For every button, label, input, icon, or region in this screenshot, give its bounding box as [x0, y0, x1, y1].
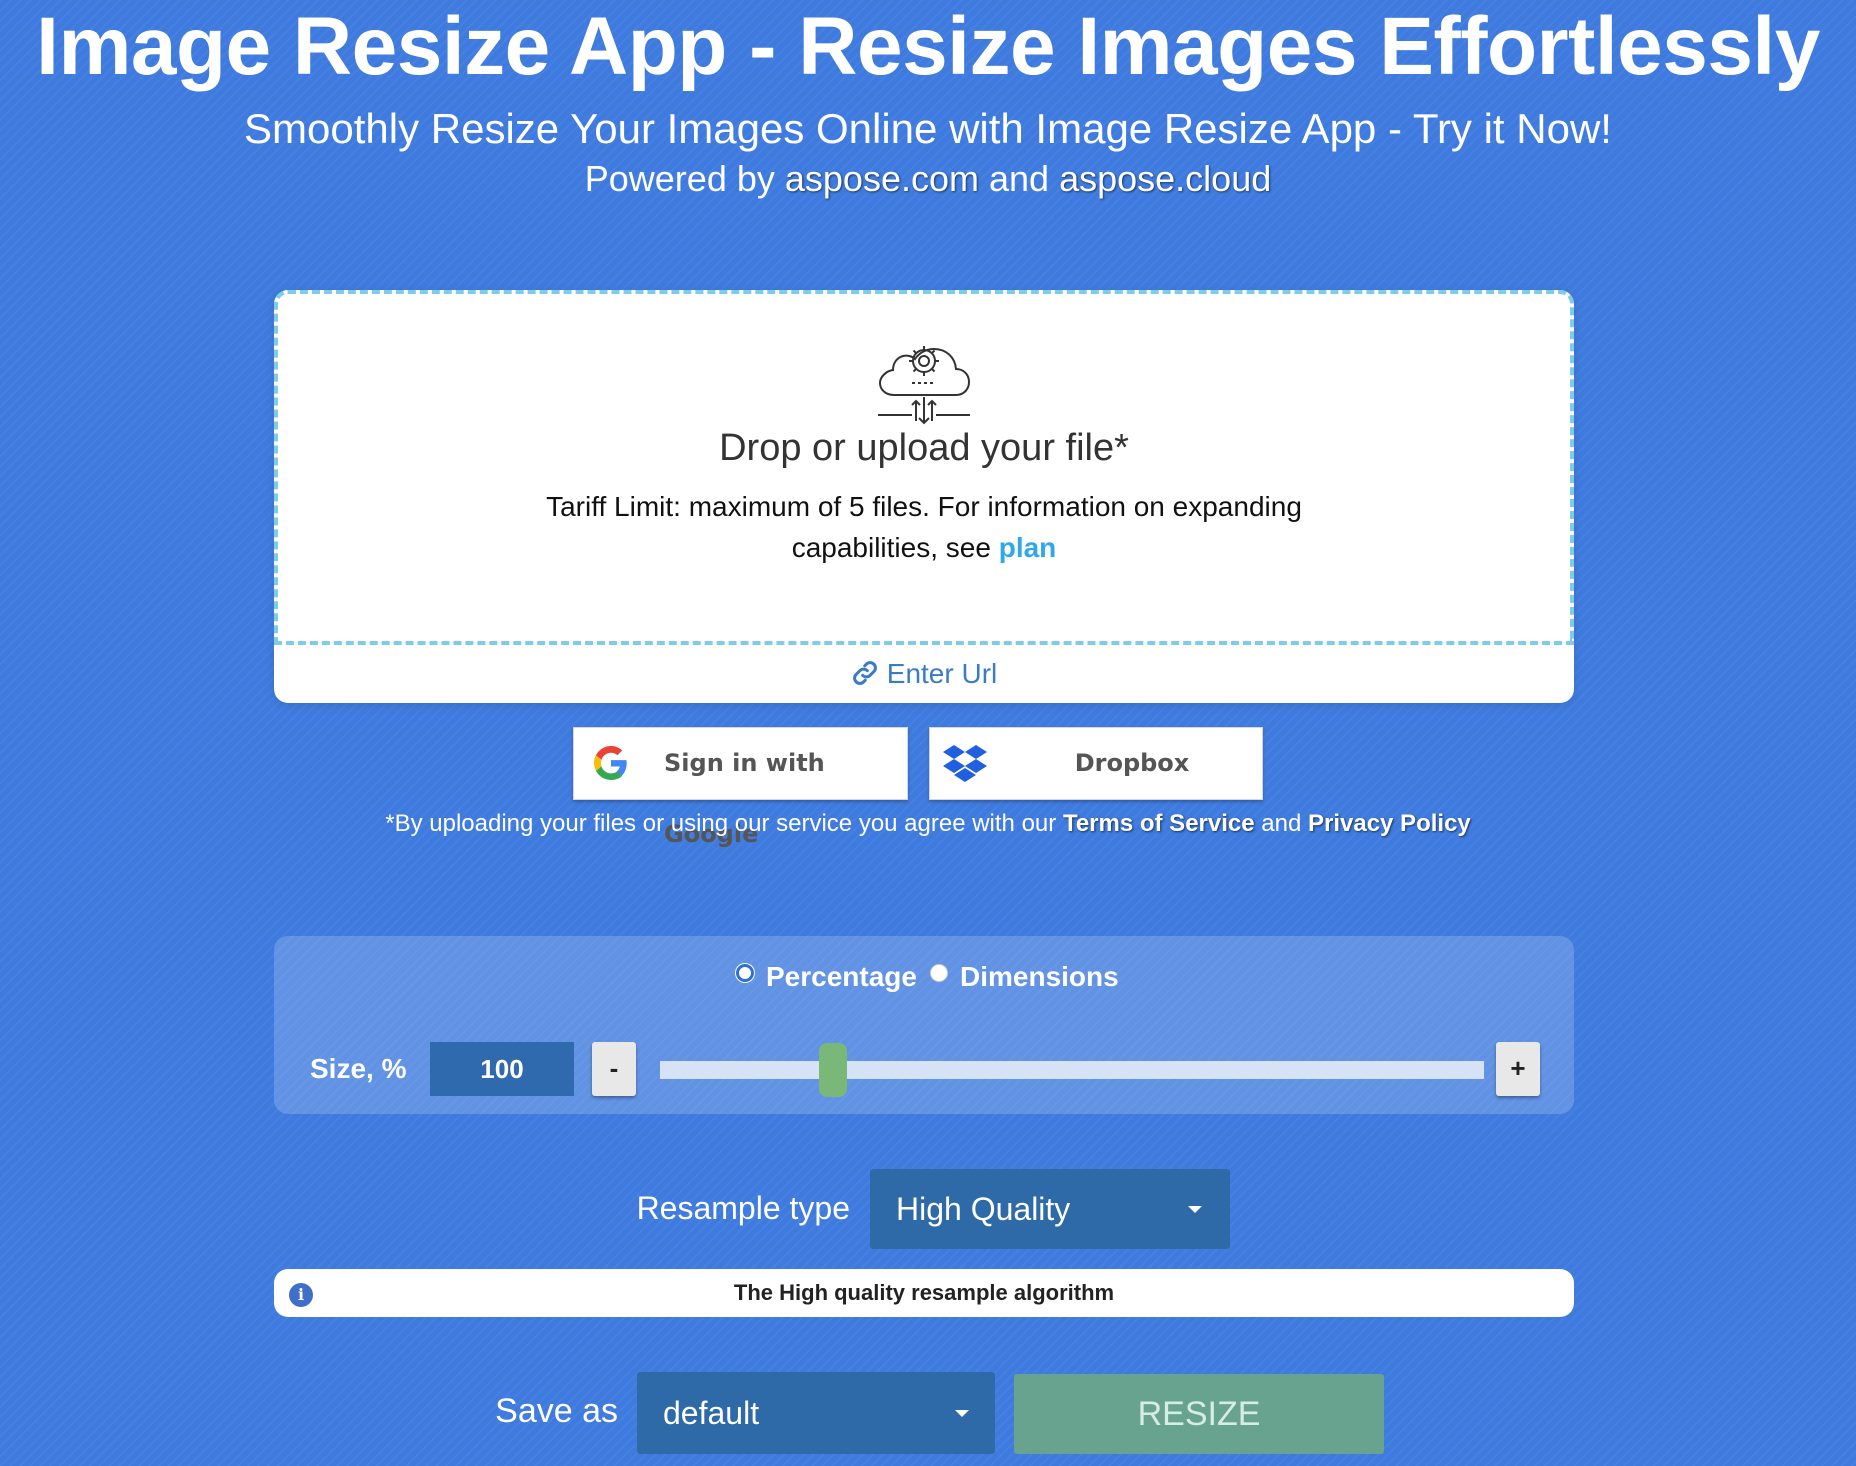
dropbox-icon	[942, 744, 988, 790]
radio-dimensions-indicator[interactable]	[930, 964, 948, 982]
save-as-value: default	[663, 1395, 760, 1431]
save-as-label: Save as	[495, 1392, 618, 1430]
radio-percentage-label: Percentage	[766, 961, 917, 992]
agreement-prefix: *By uploading your files or using our se…	[385, 810, 1057, 837]
radio-percentage[interactable]: Percentage	[736, 960, 917, 992]
radio-dimensions[interactable]: Dimensions	[930, 960, 1130, 992]
save-as-select[interactable]: default	[637, 1372, 995, 1454]
caret-down-icon	[1188, 1206, 1202, 1213]
dropbox-button[interactable]: Dropbox	[929, 727, 1263, 800]
size-slider-track[interactable]	[660, 1061, 1484, 1079]
cloud-gear-upload-icon	[876, 337, 972, 427]
terms-agreement: *By uploading your files or using our se…	[0, 808, 1856, 840]
google-button-label: Sign in with Google	[664, 749, 825, 848]
powered-by-prefix: Powered by	[584, 158, 775, 199]
enter-url-button[interactable]: Enter Url	[274, 654, 1574, 694]
size-slider-handle[interactable]	[819, 1043, 848, 1097]
caret-down-icon	[955, 1410, 969, 1417]
dropbox-button-label: Dropbox	[1074, 749, 1190, 777]
google-g-icon	[594, 746, 628, 786]
terms-of-service-link[interactable]: Terms of Service	[1063, 810, 1255, 837]
size-decrement-button[interactable]: -	[592, 1042, 636, 1096]
radio-percentage-indicator[interactable]	[736, 964, 754, 982]
resize-button[interactable]: RESIZE	[1014, 1374, 1384, 1454]
page-subtitle: Smoothly Resize Your Images Online with …	[244, 105, 1612, 152]
tariff-limit-text: Tariff Limit: maximum of 5 files. For in…	[474, 486, 1374, 568]
enter-url-label: Enter Url	[886, 658, 998, 689]
powered-by-and: and	[989, 158, 1050, 199]
aspose-cloud-link[interactable]: aspose.cloud	[1059, 158, 1271, 199]
link-icon	[851, 658, 887, 689]
agreement-and: and	[1261, 810, 1302, 837]
resample-type-select[interactable]: High Quality	[870, 1169, 1230, 1249]
tariff-limit-message: Tariff Limit: maximum of 5 files. For in…	[546, 491, 1302, 563]
sign-in-with-google-button[interactable]: Sign in with Google	[573, 727, 908, 848]
resample-info-text: The High quality resample algorithm	[733, 1280, 1115, 1305]
radio-dimensions-label: Dimensions	[960, 961, 1119, 992]
resample-type-label: Resample type	[636, 1190, 850, 1226]
privacy-policy-link[interactable]: Privacy Policy	[1308, 810, 1471, 837]
aspose-com-link[interactable]: aspose.com	[785, 158, 979, 199]
size-percent-label: Size, %	[310, 1053, 407, 1084]
powered-by: Powered by aspose.com and aspose.cloud	[0, 157, 1856, 201]
resample-type-value: High Quality	[896, 1191, 1071, 1227]
size-percent-input[interactable]: 100	[430, 1042, 574, 1096]
drop-upload-title: Drop or upload your file*	[719, 427, 1129, 469]
plan-link[interactable]: plan	[999, 532, 1057, 563]
size-increment-button[interactable]: +	[1496, 1042, 1540, 1096]
page-title: Image Resize App - Resize Images Effortl…	[36, 1, 1820, 92]
